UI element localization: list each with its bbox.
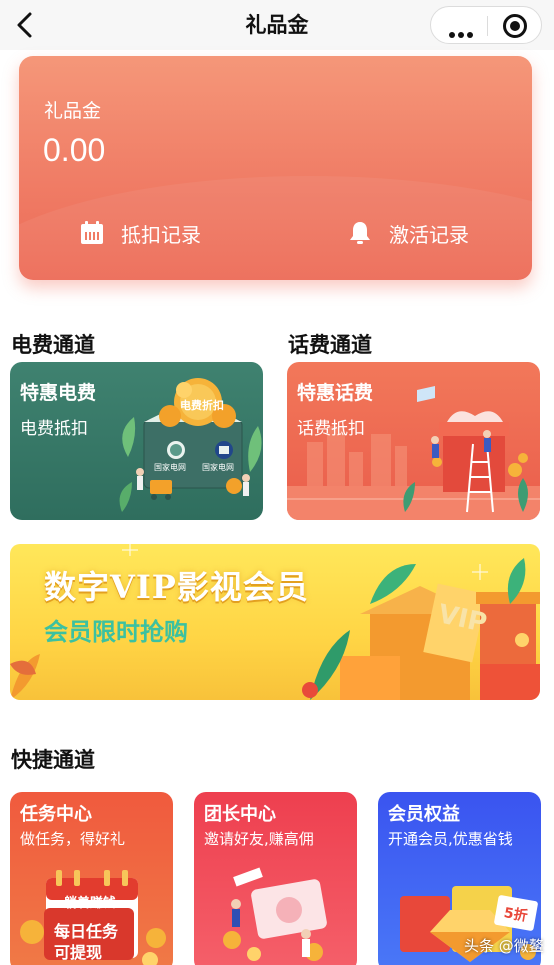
quick-section-title: 快捷通道 [11, 748, 95, 772]
nav-bar: 礼品金 [0, 0, 554, 50]
electricity-card-title: 特惠电费 [20, 382, 97, 404]
bell-icon [350, 222, 370, 244]
deduct-record-button[interactable]: 抵扣记录 [79, 216, 201, 250]
gift-card-balance: 0.00 [43, 132, 106, 168]
task-center-title: 任务中心 [20, 804, 92, 825]
phone-card-subtitle: 话费抵扣 [297, 419, 365, 439]
electricity-card-subtitle: 电费抵扣 [20, 419, 88, 439]
phone-discount-card[interactable]: 特惠话费 话费抵扣 [287, 362, 540, 520]
gift-card-label: 礼品金 [44, 100, 102, 122]
task-center-card[interactable]: 任务中心 做任务，得好礼 躺着赚钱 每日任务 可提现 [10, 792, 173, 965]
vip-banner-title: 数字VIP影视会员 [44, 568, 309, 606]
capsule-divider [487, 16, 488, 36]
phone-section-title: 话费通道 [288, 333, 372, 357]
leader-center-title: 团长中心 [204, 804, 276, 825]
more-icon[interactable] [449, 23, 479, 38]
task-badge-text: 躺着赚钱 [64, 896, 117, 911]
deduct-record-label: 抵扣记录 [121, 222, 201, 247]
mini-program-capsule [430, 6, 542, 44]
discount-tag: 5折 [502, 905, 529, 925]
member-rights-subtitle: 开通会员,优惠省钱 [388, 830, 513, 848]
member-rights-title: 会员权益 [388, 804, 460, 825]
watermark: 头条 @微鳌 [464, 937, 544, 955]
leader-center-subtitle: 邀请好友,赚高佣 [204, 830, 314, 848]
electricity-envelope-text: 电费折扣 [180, 399, 224, 412]
electricity-discount-card[interactable]: 特惠电费 电费抵扣 电费折扣 国家电网 国家电网 [10, 362, 263, 520]
close-target-icon[interactable] [503, 14, 527, 38]
activate-record-button[interactable]: 激活记录 [347, 216, 469, 250]
activate-record-label: 激活记录 [389, 222, 469, 247]
task-center-subtitle: 做任务，得好礼 [20, 830, 126, 848]
grid-brand-right: 国家电网 [202, 463, 234, 472]
vip-banner-subtitle: 会员限时抢购 [44, 618, 188, 646]
phone-card-title: 特惠话费 [297, 382, 374, 404]
gift-balance-card: 礼品金 0.00 抵扣记录 激活记录 [19, 56, 532, 280]
vip-membership-banner[interactable]: VIP 数字VIP影视会员 会员限时抢购 [10, 544, 540, 700]
calendar-icon [81, 221, 103, 244]
leader-center-card[interactable]: 团长中心 邀请好友,赚高佣 [194, 792, 357, 965]
task-sign-line2: 可提现 [54, 943, 103, 962]
electricity-section-title: 电费通道 [11, 333, 95, 357]
grid-brand-left: 国家电网 [154, 463, 186, 472]
